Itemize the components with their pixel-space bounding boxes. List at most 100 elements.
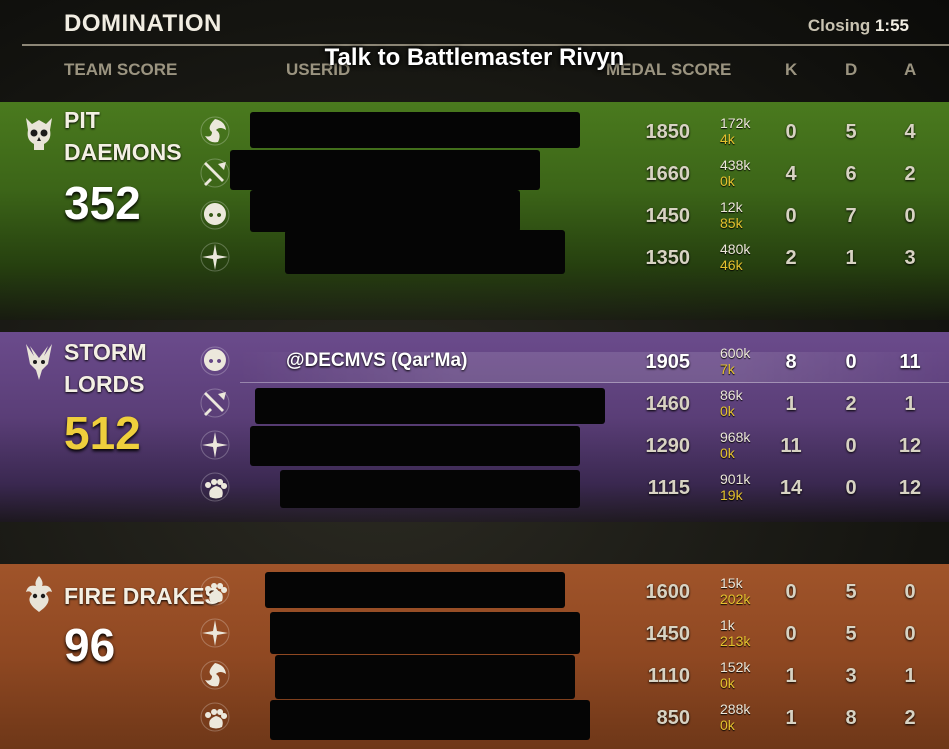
healing-done: 213k (720, 633, 751, 649)
redacted-userid (270, 700, 590, 740)
assists: 2 (904, 707, 916, 729)
damage-done: 172k (720, 115, 751, 131)
assists: 0 (904, 205, 916, 227)
healing-done: 85k (720, 215, 743, 231)
dragonknight-icon (200, 116, 230, 146)
medal-score: 1350 (645, 247, 691, 269)
player-row[interactable]: @DECMVS (Qar'Ma) 1905 600k 7k 8 0 11 (0, 342, 949, 384)
kills: 1 (785, 707, 797, 729)
damage-done: 480k (720, 241, 751, 257)
redacted-userid (250, 426, 580, 466)
damage-done: 288k (720, 701, 751, 717)
redacted-userid (250, 190, 520, 232)
assists: 12 (898, 477, 922, 499)
healing-done: 0k (720, 717, 735, 733)
closing-time: 1:55 (874, 16, 909, 35)
templar-icon (200, 430, 230, 460)
redacted-userid (280, 470, 580, 508)
necromancer-icon (200, 200, 230, 230)
deaths: 6 (845, 163, 857, 185)
mode-title: DOMINATION (64, 10, 222, 37)
medal-score: 1450 (645, 623, 691, 645)
assists: 3 (904, 247, 916, 269)
warden-icon (200, 702, 230, 732)
redacted-userid (250, 112, 580, 148)
deaths: 8 (845, 707, 857, 729)
healing-done: 46k (720, 257, 743, 273)
healing-done: 0k (720, 445, 735, 461)
kills: 0 (785, 623, 797, 645)
redacted-userid (285, 230, 565, 274)
deaths: 0 (845, 351, 857, 373)
kills: 0 (785, 581, 797, 603)
damage-done: 968k (720, 429, 751, 445)
assists: 2 (904, 163, 916, 185)
damage-done: 12k (720, 199, 743, 215)
redacted-userid (270, 612, 580, 654)
healing-done: 0k (720, 173, 735, 189)
warden-icon (200, 472, 230, 502)
assists: 0 (904, 623, 916, 645)
deaths: 1 (845, 247, 857, 269)
damage-done: 600k (720, 345, 751, 361)
closing-timer: Closing 1:55 (808, 16, 909, 36)
medal-score: 850 (656, 707, 690, 729)
redacted-userid (265, 572, 565, 608)
warden-icon (200, 576, 230, 606)
medal-score: 1115 (647, 477, 690, 499)
kills: 14 (779, 477, 803, 499)
healing-done: 7k (720, 361, 735, 377)
healing-done: 4k (720, 131, 735, 147)
medal-score: 1110 (647, 665, 690, 687)
kills: 1 (785, 393, 797, 415)
damage-done: 152k (720, 659, 751, 675)
assists: 1 (904, 393, 916, 415)
healing-done: 0k (720, 403, 735, 419)
nightblade-icon (200, 158, 230, 188)
assists: 0 (904, 581, 916, 603)
damage-done: 86k (720, 387, 743, 403)
healing-done: 0k (720, 675, 735, 691)
deaths: 7 (845, 205, 857, 227)
templar-icon (200, 618, 230, 648)
healing-done: 19k (720, 487, 743, 503)
deaths: 5 (845, 121, 857, 143)
medal-score: 1905 (645, 351, 691, 373)
interaction-prompt: Talk to Battlemaster Rivyn (324, 44, 625, 71)
medal-score: 1460 (645, 393, 691, 415)
player-userid: @DECMVS (Qar'Ma) (286, 350, 468, 371)
nightblade-icon (200, 388, 230, 418)
necromancer-icon (200, 346, 230, 376)
assists: 11 (899, 351, 921, 373)
deaths: 0 (845, 477, 857, 499)
assists: 12 (898, 435, 922, 457)
closing-label: Closing (807, 16, 871, 35)
medal-score: 1660 (645, 163, 691, 185)
kills: 11 (780, 435, 802, 457)
deaths: 0 (845, 435, 857, 457)
deaths: 5 (845, 581, 857, 603)
medal-score: 1290 (645, 435, 691, 457)
redacted-userid (275, 655, 575, 699)
medal-score: 1450 (645, 205, 691, 227)
damage-done: 1k (720, 617, 735, 633)
damage-done: 901k (720, 471, 751, 487)
medal-score: 1600 (645, 581, 691, 603)
templar-icon (200, 242, 230, 272)
deaths: 3 (845, 665, 857, 687)
kills: 0 (785, 121, 797, 143)
redacted-userid (255, 388, 605, 424)
dragonknight-icon (200, 660, 230, 690)
redacted-userid (230, 150, 540, 190)
kills: 4 (785, 163, 797, 185)
deaths: 2 (845, 393, 857, 415)
kills: 2 (785, 247, 797, 269)
kills: 1 (785, 665, 797, 687)
damage-done: 438k (720, 157, 751, 173)
kills: 8 (785, 351, 797, 373)
deaths: 5 (845, 623, 857, 645)
kills: 0 (785, 205, 797, 227)
medal-score: 1850 (645, 121, 691, 143)
assists: 4 (904, 121, 916, 143)
assists: 1 (904, 665, 916, 687)
